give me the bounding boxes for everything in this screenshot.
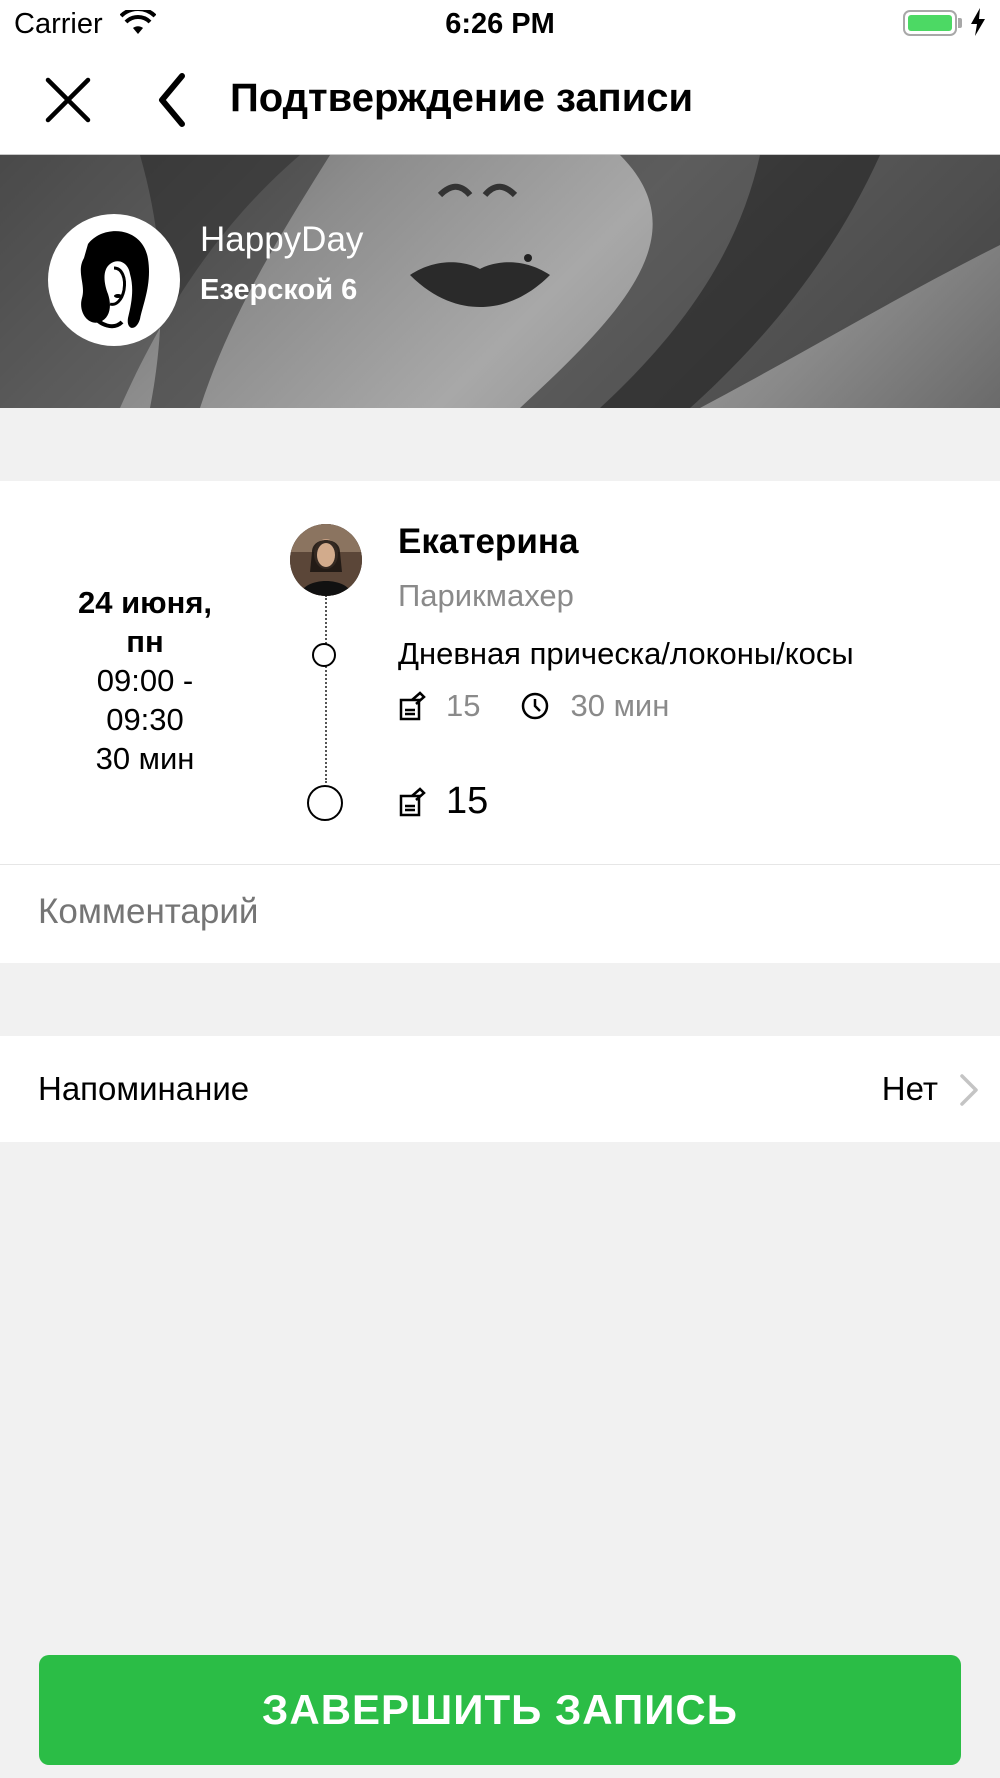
- timeline-end-node: [307, 785, 343, 821]
- salon-address: Езерской 6: [200, 274, 358, 306]
- page-title: Подтверждение записи: [230, 76, 694, 120]
- master-name: Екатерина: [398, 522, 579, 561]
- comment-input[interactable]: [38, 892, 938, 932]
- appointment-datetime: 24 июня, пн 09:00 - 09:30 30 мин: [40, 583, 250, 778]
- clock-icon: [522, 692, 549, 720]
- service-name: Дневная прическа/локоны/косы: [398, 636, 854, 671]
- woman-silhouette-icon: [80, 231, 150, 329]
- battery-tip: [958, 18, 962, 28]
- battery-icon: [903, 10, 957, 36]
- salon-name: HappyDay: [200, 220, 364, 259]
- master-avatar: [290, 524, 362, 596]
- service-meta: 15 30 мин: [398, 688, 669, 724]
- chevron-right-icon[interactable]: [958, 1072, 980, 1108]
- total-price: 15: [446, 780, 489, 822]
- timeline-node: [312, 643, 336, 667]
- salon-logo: [48, 214, 180, 346]
- reminder-value[interactable]: Нет: [700, 1070, 938, 1108]
- weekday-line: пн: [126, 624, 164, 659]
- timeline-line: [325, 595, 327, 783]
- charging-bolt-icon: [971, 8, 985, 36]
- total-row: 15: [398, 780, 488, 823]
- price-tag-icon: [399, 786, 426, 816]
- time-end: 09:30: [106, 702, 184, 737]
- status-time: 6:26 PM: [445, 8, 555, 40]
- time-start: 09:00 -: [96, 663, 194, 698]
- close-icon[interactable]: [40, 72, 96, 128]
- price-tag-icon: [399, 691, 426, 721]
- chevron-left-icon[interactable]: [150, 70, 200, 130]
- appointment-duration: 30 мин: [95, 741, 195, 776]
- service-duration: 30 мин: [570, 688, 670, 723]
- reminder-label: Напоминание: [38, 1070, 250, 1107]
- date-line: 24 июня,: [77, 585, 213, 620]
- master-role: Парикмахер: [398, 578, 574, 613]
- finish-booking-button[interactable]: ЗАВЕРШИТЬ ЗАПИСЬ: [39, 1655, 961, 1765]
- service-price: 15: [446, 688, 481, 723]
